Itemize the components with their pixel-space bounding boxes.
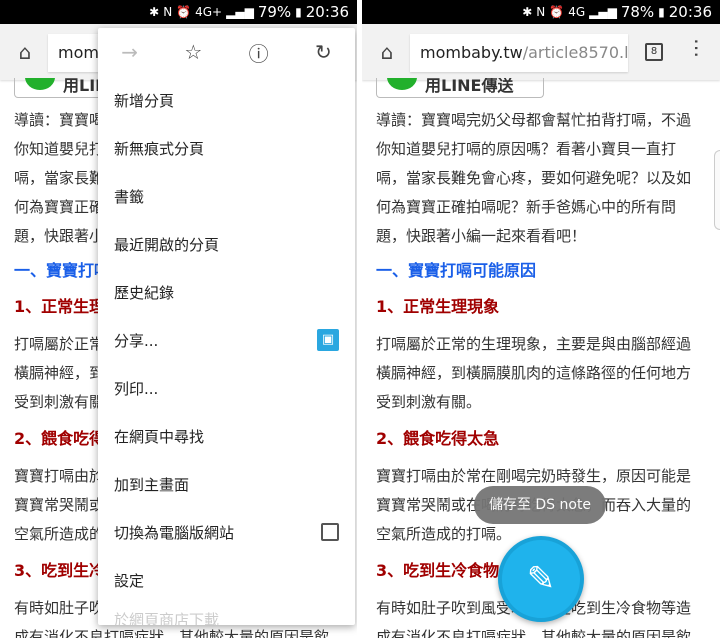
desktop-site-checkbox[interactable] xyxy=(321,523,339,541)
text-line: 成有消化不良打嗝症狀，其他較大量的原因是飲 xyxy=(376,628,692,638)
ds-note-share-icon[interactable]: ▣ xyxy=(317,329,339,351)
menu-item-add-to-home[interactable]: 加到主畫面 xyxy=(98,460,355,508)
menu-label: 新無痕式分頁 xyxy=(114,139,205,158)
clock: 20:36 xyxy=(668,3,712,21)
network-type: 4G+ xyxy=(195,5,223,19)
menu-item-desktop-site[interactable]: 切換為電腦版網站 xyxy=(98,508,355,556)
status-bar: ✱ N ⏰ 4G+ ▂▄▆ 79% ▮ 20:36 xyxy=(0,0,357,24)
line-share-button[interactable]: 用LINE傳送 xyxy=(376,78,544,98)
text-line: 題，快跟著小編一起來看看吧！ xyxy=(376,227,587,245)
nfc-icon: N xyxy=(163,5,173,19)
network-type: 4G xyxy=(568,5,586,19)
edge-panel-handle[interactable] xyxy=(714,150,720,230)
bookmark-star-icon[interactable]: ☆ xyxy=(184,40,202,64)
more-options-icon[interactable]: ⋯ xyxy=(685,38,709,58)
browser-toolbar: ⌂ mombaby.tw/article8570.l 8 ⋯ xyxy=(362,24,720,80)
menu-label: 切換為電腦版網站 xyxy=(114,523,235,542)
menu-label: 在網頁中尋找 xyxy=(114,427,205,446)
menu-item-settings[interactable]: 設定 xyxy=(98,556,355,604)
bluetooth-icon: ✱ xyxy=(522,5,533,19)
browser-overflow-menu: → ☆ ⓘ ↻ 新增分頁 新無痕式分頁 書籤 最近開啟的分頁 歷史紀錄 分享..… xyxy=(98,28,355,625)
subsection-heading: 1、正常生理現象 xyxy=(376,297,500,316)
menu-item-new-tab[interactable]: 新增分頁 xyxy=(98,76,355,124)
menu-label: 新增分頁 xyxy=(114,91,175,110)
note-edit-icon: ✎ xyxy=(526,559,556,599)
reload-icon[interactable]: ↻ xyxy=(315,40,332,64)
battery-icon: ▮ xyxy=(658,5,665,19)
menu-item-recent-tabs[interactable]: 最近開啟的分頁 xyxy=(98,220,355,268)
menu-label: 於網頁商店下載 xyxy=(114,610,220,626)
url-text: mom xyxy=(58,43,99,62)
signal-icon: ▂▄▆ xyxy=(589,5,617,19)
ds-note-fab[interactable]: ✎ xyxy=(498,536,584,622)
line-logo-icon xyxy=(387,78,417,90)
section-heading: 一、寶寶打嗝可能原因 xyxy=(376,261,537,280)
nfc-icon: N xyxy=(536,5,546,19)
menu-item-print[interactable]: 列印... xyxy=(98,364,355,412)
clock: 20:36 xyxy=(305,3,349,21)
status-bar: ✱ N ⏰ 4G ▂▄▆ 78% ▮ 20:36 xyxy=(362,0,720,24)
menu-item-history[interactable]: 歷史紀錄 xyxy=(98,268,355,316)
text-line: 成有消化不良打嗝症狀，其他較大量的原因是飲 xyxy=(14,628,330,638)
url-path: /article8570.l xyxy=(522,43,628,62)
signal-icon: ▂▄▆ xyxy=(226,5,254,19)
tab-switcher-button[interactable]: 8 xyxy=(645,43,663,61)
right-screen: ✱ N ⏰ 4G ▂▄▆ 78% ▮ 20:36 ⌂ mombaby.tw/ar… xyxy=(362,0,720,638)
battery-percent: 79% xyxy=(257,3,292,21)
menu-label: 設定 xyxy=(114,571,145,590)
battery-percent: 78% xyxy=(620,3,655,21)
menu-label: 列印... xyxy=(114,379,159,398)
subsection-heading: 2、餵食吃得太急 xyxy=(376,429,500,448)
text-line: 你知道嬰兒打嗝的原因嗎？看著小寶貝一直打 xyxy=(376,140,677,158)
line-logo-icon xyxy=(25,78,55,90)
text-line: 打嗝屬於正常的生理現象，主要是與由腦部經過 xyxy=(376,335,692,353)
toast-message: 儲存至 DS note xyxy=(474,486,606,524)
left-screen: ✱ N ⏰ 4G+ ▂▄▆ 79% ▮ 20:36 ⌂ mom 用LINE傳送 … xyxy=(0,0,357,638)
menu-label: 分享... xyxy=(114,331,159,350)
menu-item-download-store[interactable]: 於網頁商店下載 xyxy=(98,604,355,626)
line-share-label: 用LINE傳送 xyxy=(425,78,514,95)
menu-icon-row: → ☆ ⓘ ↻ xyxy=(98,28,355,76)
bluetooth-icon: ✱ xyxy=(149,5,160,19)
menu-label: 最近開啟的分頁 xyxy=(114,235,220,254)
forward-icon[interactable]: → xyxy=(121,40,138,64)
info-icon[interactable]: ⓘ xyxy=(249,38,269,67)
menu-item-share[interactable]: 分享... ▣ xyxy=(98,316,355,364)
menu-item-new-incognito-tab[interactable]: 新無痕式分頁 xyxy=(98,124,355,172)
menu-label: 加到主畫面 xyxy=(114,475,190,494)
text-line: 橫膈神經，到橫膈膜肌肉的這條路徑的任何地方 xyxy=(376,364,692,382)
battery-icon: ▮ xyxy=(295,5,302,19)
menu-item-find-in-page[interactable]: 在網頁中尋找 xyxy=(98,412,355,460)
url-host: mombaby.tw xyxy=(420,43,523,62)
text-line: 受到刺激有關。 xyxy=(376,393,482,411)
text-line: 何為寶寶正確拍嗝呢？新手爸媽心中的所有問 xyxy=(376,198,677,216)
menu-label: 歷史紀錄 xyxy=(114,283,175,302)
home-icon[interactable]: ⌂ xyxy=(362,40,412,64)
menu-item-bookmarks[interactable]: 書籤 xyxy=(98,172,355,220)
alarm-icon: ⏰ xyxy=(549,5,565,19)
url-bar[interactable]: mombaby.tw/article8570.l xyxy=(410,34,628,72)
home-icon[interactable]: ⌂ xyxy=(0,40,50,64)
text-line: 嗝，當家長難免會心疼，要如何避免呢？以及如 xyxy=(376,169,692,187)
menu-label: 書籤 xyxy=(114,187,145,206)
text-line: 導讀：寶寶喝完奶父母都會幫忙拍背打嗝，不過 xyxy=(376,111,692,129)
alarm-icon: ⏰ xyxy=(176,5,192,19)
